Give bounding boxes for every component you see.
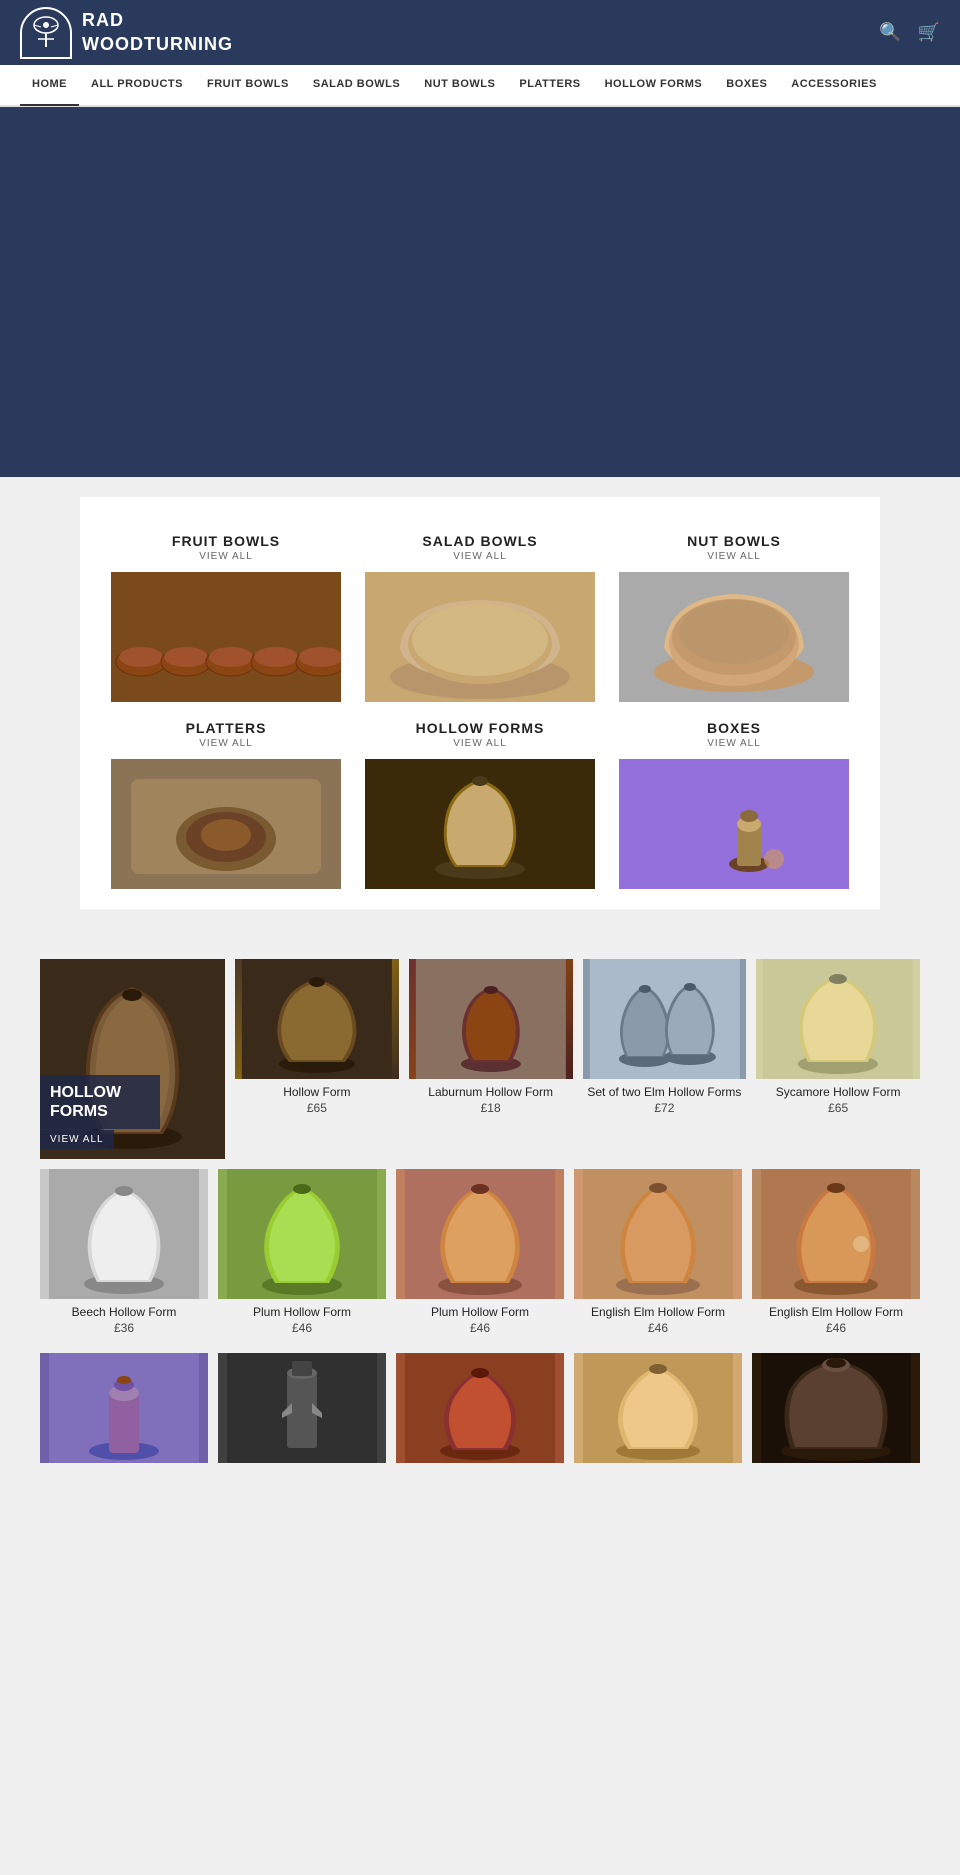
product-image (218, 1353, 386, 1463)
categories-section: FRUIT BOWLS VIEW ALL (80, 497, 880, 909)
product-price: £36 (114, 1321, 134, 1335)
nav-item-home[interactable]: HOME (20, 64, 79, 106)
product-name: Plum Hollow Form (431, 1305, 529, 1319)
product-price: £65 (307, 1101, 327, 1115)
product-plum-hollow-2[interactable]: Plum Hollow Form £46 (396, 1169, 564, 1343)
product-elm-set[interactable]: Set of two Elm Hollow Forms £72 (583, 959, 747, 1159)
hollow-hero-title: HOLLOWFORMS (40, 1075, 160, 1129)
product-name: Set of two Elm Hollow Forms (587, 1085, 741, 1099)
product-english-elm-2[interactable]: English Elm Hollow Form £46 (752, 1169, 920, 1343)
category-title: SALAD BOWLS (422, 533, 537, 549)
hero-banner (0, 107, 960, 477)
product-bottom-5[interactable] (752, 1353, 920, 1469)
hollow-hero-cell[interactable]: HOLLOWFORMS VIEW ALL (40, 959, 225, 1159)
category-image (365, 759, 595, 889)
category-title: NUT BOWLS (687, 533, 781, 549)
category-image (619, 572, 849, 702)
category-viewall[interactable]: VIEW ALL (707, 551, 761, 562)
cart-icon[interactable]: 🛒 (918, 22, 940, 43)
nav-item-boxes[interactable]: BOXES (714, 64, 779, 106)
nav-item-hollow-forms[interactable]: HOLLOW FORMS (593, 64, 715, 106)
product-image (40, 1169, 208, 1299)
product-sycamore-hollow[interactable]: Sycamore Hollow Form £65 (756, 959, 920, 1159)
hollow-products-row3 (40, 1353, 920, 1469)
category-title: PLATTERS (186, 720, 267, 736)
main-nav: HOME ALL PRODUCTS FRUIT BOWLS SALAD BOWL… (0, 65, 960, 107)
category-hollow-forms[interactable]: HOLLOW FORMS VIEW ALL (354, 704, 606, 889)
hollow-forms-section: HOLLOWFORMS VIEW ALL Hollow Form £65 (0, 929, 960, 1499)
product-image (752, 1169, 920, 1299)
category-image (111, 759, 341, 889)
hollow-hero-image (40, 959, 225, 1159)
nav-item-platters[interactable]: PLATTERS (507, 64, 592, 106)
category-viewall[interactable]: VIEW ALL (199, 738, 253, 749)
category-platters[interactable]: PLATTERS VIEW ALL (100, 704, 352, 889)
product-image (574, 1169, 742, 1299)
product-image (583, 959, 747, 1079)
category-image (111, 572, 341, 702)
product-image (218, 1169, 386, 1299)
product-name: English Elm Hollow Form (769, 1305, 903, 1319)
category-title: BOXES (707, 720, 761, 736)
category-viewall[interactable]: VIEW ALL (707, 738, 761, 749)
product-price: £18 (481, 1101, 501, 1115)
product-image (396, 1353, 564, 1463)
nav-item-accessories[interactable]: ACCESSORIES (779, 64, 889, 106)
product-image (396, 1169, 564, 1299)
product-bottom-2[interactable] (218, 1353, 386, 1469)
product-image (235, 959, 399, 1079)
category-boxes[interactable]: BOXES VIEW ALL (608, 704, 860, 889)
category-viewall[interactable]: VIEW ALL (453, 551, 507, 562)
category-title: FRUIT BOWLS (172, 533, 280, 549)
product-name: Hollow Form (283, 1085, 350, 1099)
product-name: Sycamore Hollow Form (776, 1085, 901, 1099)
product-price: £65 (828, 1101, 848, 1115)
nav-item-salad-bowls[interactable]: SALAD BOWLS (301, 64, 412, 106)
hollow-products-row2: Beech Hollow Form £36 Plum Hollow Form £… (40, 1169, 920, 1343)
search-icon[interactable]: 🔍 (879, 22, 901, 43)
product-beech-hollow[interactable]: Beech Hollow Form £36 (40, 1169, 208, 1343)
product-price: £46 (826, 1321, 846, 1335)
product-name: English Elm Hollow Form (591, 1305, 725, 1319)
product-image (756, 959, 920, 1079)
category-image (365, 572, 595, 702)
nav-item-nut-bowls[interactable]: NUT BOWLS (412, 64, 507, 106)
logo-icon (20, 7, 72, 59)
category-title: HOLLOW FORMS (416, 720, 545, 736)
site-header: RAD WOODTURNING 🔍 🛒 (0, 0, 960, 65)
hollow-hero-viewall[interactable]: VIEW ALL (40, 1130, 114, 1149)
category-viewall[interactable]: VIEW ALL (199, 551, 253, 562)
category-nut-bowls[interactable]: NUT BOWLS VIEW ALL (608, 517, 860, 702)
product-image (409, 959, 573, 1079)
product-name: Beech Hollow Form (72, 1305, 177, 1319)
product-price: £46 (648, 1321, 668, 1335)
product-price: £46 (292, 1321, 312, 1335)
product-laburnum-hollow[interactable]: Laburnum Hollow Form £18 (409, 959, 573, 1159)
product-bottom-3[interactable] (396, 1353, 564, 1469)
product-price: £46 (470, 1321, 490, 1335)
product-image (752, 1353, 920, 1463)
product-price: £72 (654, 1101, 674, 1115)
nav-item-all-products[interactable]: ALL PRODUCTS (79, 64, 195, 106)
categories-grid: FRUIT BOWLS VIEW ALL (100, 517, 860, 889)
product-image (40, 1353, 208, 1463)
nav-item-fruit-bowls[interactable]: FRUIT BOWLS (195, 64, 301, 106)
product-english-elm-1[interactable]: English Elm Hollow Form £46 (574, 1169, 742, 1343)
logo-text: RAD WOODTURNING (82, 9, 233, 56)
header-actions: 🔍 🛒 (879, 22, 940, 43)
product-hollow-form-1[interactable]: Hollow Form £65 (235, 959, 399, 1159)
hollow-products-row1: HOLLOWFORMS VIEW ALL Hollow Form £65 (40, 959, 920, 1159)
product-bottom-1[interactable] (40, 1353, 208, 1469)
product-plum-hollow-1[interactable]: Plum Hollow Form £46 (218, 1169, 386, 1343)
product-name: Laburnum Hollow Form (428, 1085, 553, 1099)
category-viewall[interactable]: VIEW ALL (453, 738, 507, 749)
category-image (619, 759, 849, 889)
logo-area[interactable]: RAD WOODTURNING (20, 7, 233, 59)
category-fruit-bowls[interactable]: FRUIT BOWLS VIEW ALL (100, 517, 352, 702)
product-name: Plum Hollow Form (253, 1305, 351, 1319)
product-image (574, 1353, 742, 1463)
category-salad-bowls[interactable]: SALAD BOWLS VIEW ALL (354, 517, 606, 702)
product-bottom-4[interactable] (574, 1353, 742, 1469)
